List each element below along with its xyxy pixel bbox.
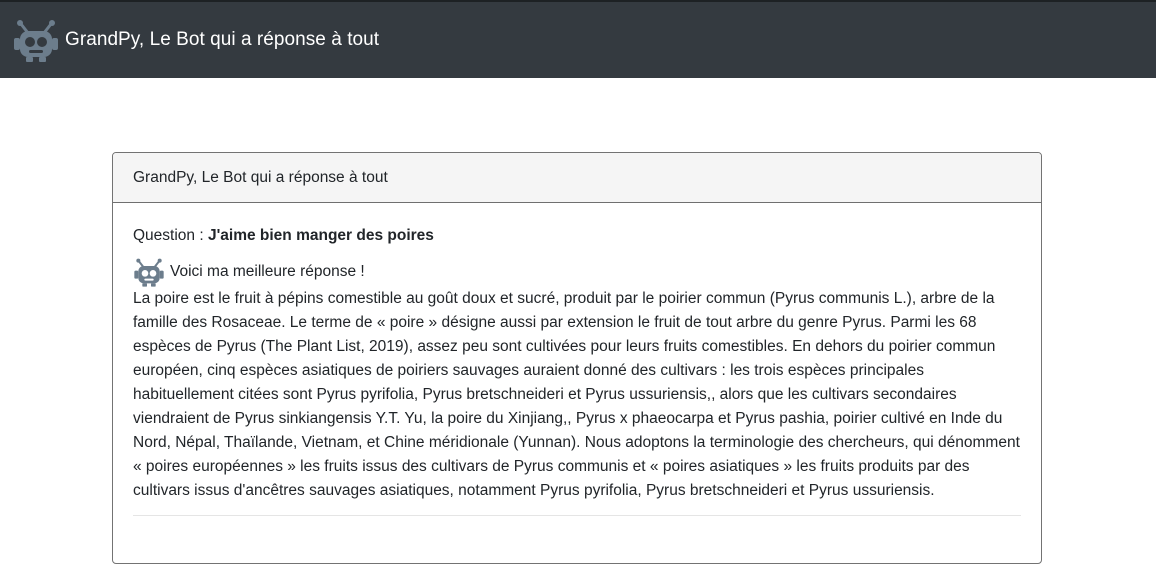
answer-header: Voici ma meilleure réponse ! (133, 257, 1021, 287)
question-line: Question : J'aime bien manger des poires (133, 225, 1021, 247)
navbar: GrandPy, Le Bot qui a réponse à tout (0, 0, 1156, 78)
robot-icon (134, 258, 164, 287)
robot-icon[interactable] (12, 16, 60, 64)
question-label: Question : (133, 227, 208, 244)
card-body: Question : J'aime bien manger des poires… (113, 203, 1041, 516)
answer-text: La poire est le fruit à pépins comestibl… (133, 290, 1020, 499)
chat-card: GrandPy, Le Bot qui a réponse à tout Que… (112, 152, 1042, 564)
answer-intro: Voici ma meilleure réponse ! (170, 263, 365, 280)
divider (133, 515, 1021, 516)
card-header: GrandPy, Le Bot qui a réponse à tout (113, 153, 1041, 203)
question-text: J'aime bien manger des poires (207, 227, 434, 244)
navbar-title[interactable]: GrandPy, Le Bot qui a réponse à tout (65, 29, 379, 51)
